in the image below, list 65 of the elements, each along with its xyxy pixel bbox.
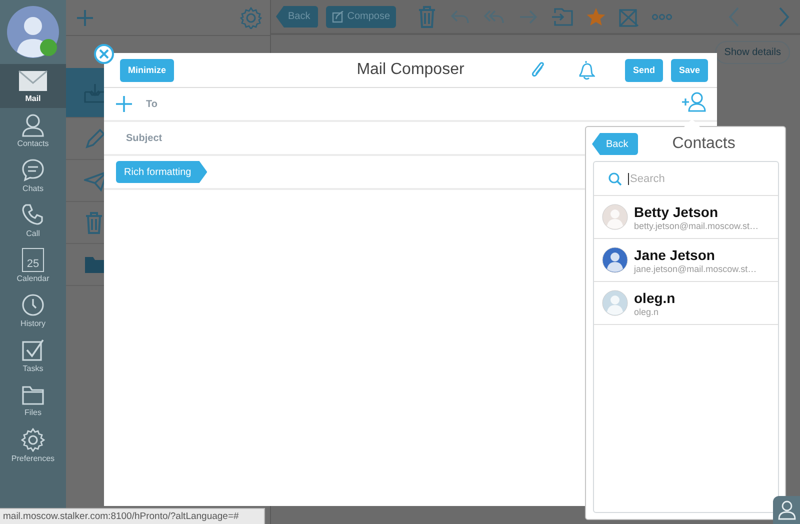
contact-name: Jane Jetson <box>634 246 716 262</box>
contact-item[interactable]: Betty Jetson betty.jetson@mail.moscow.st… <box>594 196 778 239</box>
person-icon <box>776 500 796 520</box>
bell-icon[interactable] <box>576 60 595 80</box>
search-icon <box>608 172 622 186</box>
settings-icon[interactable] <box>240 6 262 28</box>
action-button[interactable]: Send <box>624 58 663 82</box>
sidebar-item[interactable]: Preferences <box>0 423 66 468</box>
reply-all-icon[interactable] <box>483 8 505 24</box>
to-label: To <box>146 98 158 110</box>
star-icon[interactable] <box>586 6 606 26</box>
crossed-box-icon[interactable] <box>619 6 639 26</box>
move-to-folder-icon[interactable] <box>551 8 573 26</box>
show-details-button[interactable]: Show details <box>715 41 790 64</box>
calendar-icon: 25 <box>22 248 44 272</box>
contacts-button[interactable] <box>773 496 800 524</box>
previous-icon[interactable] <box>728 6 740 26</box>
reply-icon[interactable] <box>450 8 470 24</box>
clock-icon <box>21 293 45 317</box>
sidebar-item[interactable]: History <box>0 288 66 333</box>
composer-title: Mail Composer <box>356 61 464 79</box>
pencil-icon <box>84 128 106 150</box>
back-button[interactable]: Back <box>276 6 318 28</box>
trash-icon[interactable] <box>417 6 437 28</box>
contact-name: Betty Jetson <box>634 204 720 220</box>
sidebar-item[interactable]: Chats <box>0 153 66 198</box>
person-icon <box>21 113 45 137</box>
gear-icon <box>21 428 45 452</box>
rich-formatting-button[interactable]: Rich formatting <box>116 161 208 183</box>
checkbox-icon <box>21 338 45 362</box>
contact-item[interactable]: oleg.n oleg.n <box>594 282 778 325</box>
minimize-button[interactable]: Minimize <box>120 58 174 82</box>
compose-button[interactable]: Compose <box>326 6 396 28</box>
sidebar-item[interactable]: Tasks <box>0 333 66 378</box>
phone-icon <box>21 203 45 227</box>
trash-icon <box>84 212 104 234</box>
speech-bubble-icon <box>21 158 45 182</box>
contact-name: oleg.n <box>634 290 676 306</box>
compose-icon <box>332 10 344 22</box>
back-button[interactable]: Back <box>592 133 638 155</box>
sidebar-item[interactable]: Files <box>0 378 66 423</box>
folder-icon <box>84 256 106 274</box>
forward-icon[interactable] <box>518 8 538 24</box>
contact-item[interactable]: Jane Jetson jane.jetson@mail.moscow.st… <box>594 239 778 282</box>
action-button[interactable]: Save <box>670 58 708 82</box>
avatar-icon <box>5 4 61 60</box>
add-contact-icon[interactable] <box>681 92 707 112</box>
folder-icon <box>21 384 45 406</box>
close-icon[interactable] <box>94 44 114 64</box>
envelope-icon <box>18 70 48 92</box>
contact-email: jane.jetson@mail.moscow.st… <box>634 264 757 274</box>
sidebar-item[interactable]: Mail <box>0 64 66 108</box>
more-icon[interactable] <box>652 12 672 20</box>
contact-email: betty.jetson@mail.moscow.st… <box>634 220 759 230</box>
sidebar-item[interactable]: Contacts <box>0 108 66 153</box>
inbox-tray-icon <box>84 82 106 102</box>
contact-email: oleg.n <box>634 306 660 316</box>
sidebar-item[interactable]: Call <box>0 198 66 243</box>
add-icon[interactable] <box>116 96 132 112</box>
popup-title: Contacts <box>672 135 736 153</box>
status-url: mail.moscow.stalker.com:8100/hPronto/?altLanguage=# <box>3 511 239 522</box>
plus-icon[interactable] <box>76 8 94 26</box>
subject-field[interactable]: Subject <box>126 132 162 144</box>
next-icon[interactable] <box>778 6 790 26</box>
sidebar-item[interactable]: 25 Calendar <box>0 243 66 288</box>
